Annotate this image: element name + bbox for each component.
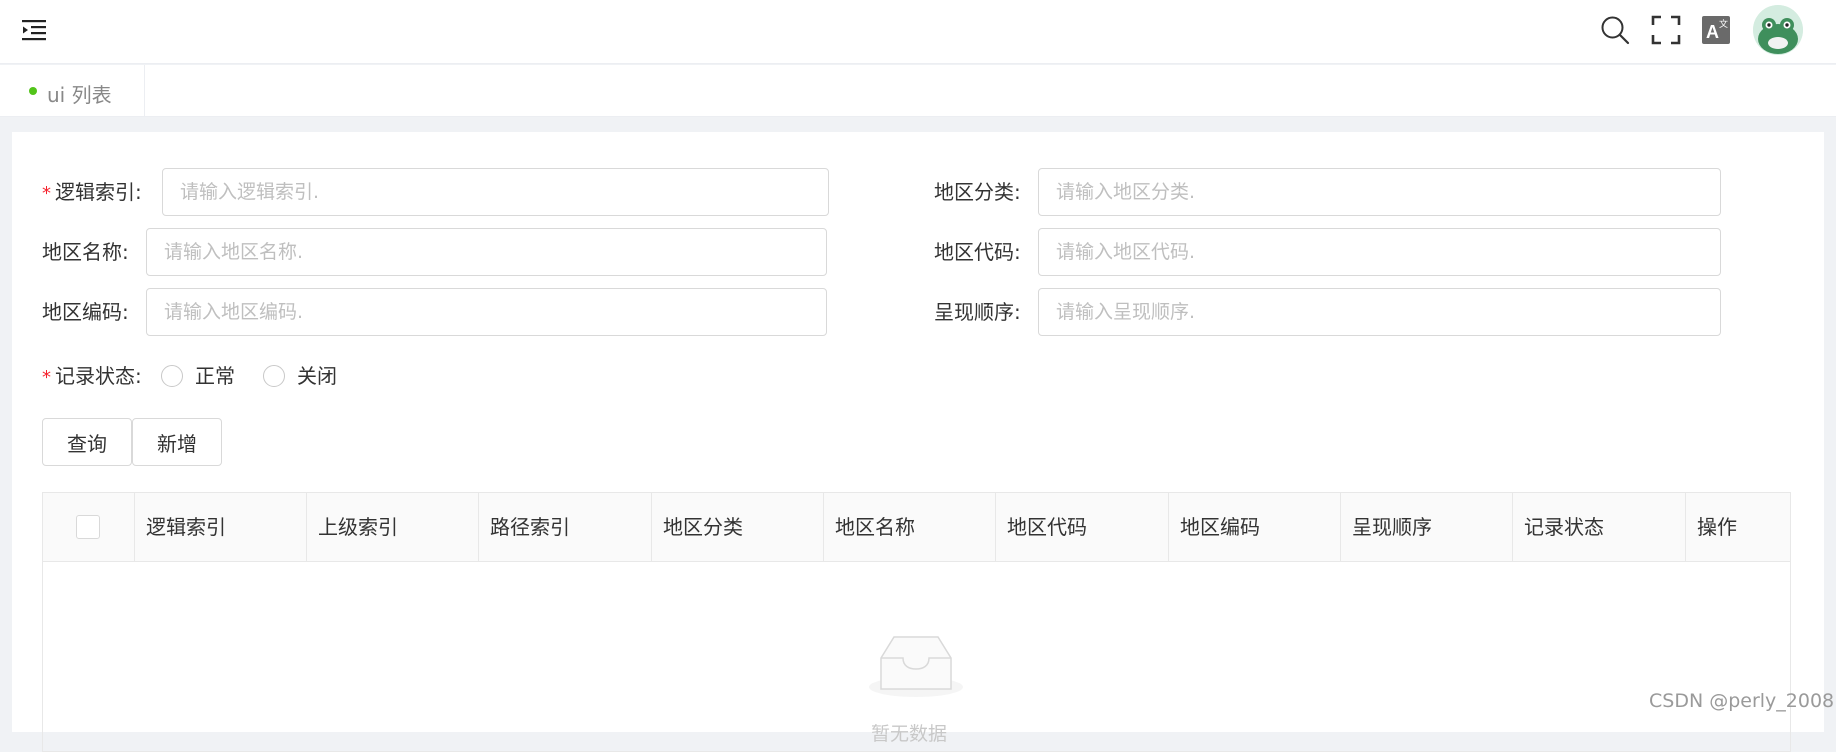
main-card: *逻辑索引: 地区分类: 地区名称: 地区代码: 地区编码: 呈现顺序: *记录… [12,132,1824,752]
empty-text: 暂无数据 [871,723,948,745]
add-button[interactable]: 新增 [132,418,222,466]
data-table: 逻辑索引 上级索引 路径索引 地区分类 地区名称 地区代码 地区编码 呈现顺序 … [42,492,1791,752]
column-header[interactable]: 地区分类 [651,493,823,561]
radio-closed-label: 关闭 [297,364,337,388]
required-mark: * [42,367,51,388]
column-header[interactable]: 地区代码 [995,493,1168,561]
column-header[interactable]: 逻辑索引 [134,493,306,561]
display-order-input[interactable] [1038,288,1721,336]
table-header: 逻辑索引 上级索引 路径索引 地区分类 地区名称 地区代码 地区编码 呈现顺序 … [43,493,1790,562]
column-header[interactable]: 地区编码 [1168,493,1340,561]
watermark: CSDN @perly_2008 [1649,690,1835,712]
column-header[interactable]: 呈现顺序 [1340,493,1512,561]
radio-circle[interactable] [161,365,183,387]
empty-box-icon [868,633,964,699]
display-order-label: 呈现顺序: [934,300,1021,324]
top-header: A 文 [0,0,1836,64]
select-all-cell [43,493,134,561]
select-all-checkbox[interactable] [76,515,100,539]
region-category-label: 地区分类: [934,180,1021,204]
column-header: 操作 [1685,493,1790,561]
radio-circle[interactable] [263,365,285,387]
tab-ui-list[interactable]: ui 列表 [0,65,145,117]
translate-icon[interactable]: A 文 [1700,14,1732,46]
column-header[interactable]: 上级索引 [306,493,478,561]
radio-normal-label: 正常 [195,364,235,388]
fullscreen-icon[interactable] [1650,14,1682,46]
query-button[interactable]: 查询 [42,418,132,466]
search-icon[interactable] [1599,14,1631,46]
avatar[interactable] [1753,5,1803,55]
tab-bar: ui 列表 [0,65,1836,117]
region-category-input[interactable] [1038,168,1721,216]
region-encoding-input[interactable] [146,288,827,336]
column-header[interactable]: 路径索引 [478,493,651,561]
region-code-input[interactable] [1038,228,1721,276]
required-mark: * [42,183,51,204]
region-name-label: 地区名称: [42,240,129,264]
column-header[interactable]: 地区名称 [823,493,995,561]
logical-index-label: * 逻辑索引: [42,180,142,204]
column-header[interactable]: 记录状态 [1512,493,1685,561]
record-status-label: * 记录状态: [42,364,142,388]
logical-index-input[interactable] [162,168,829,216]
region-encoding-label: 地区编码: [42,300,129,324]
region-name-input[interactable] [146,228,827,276]
menu-fold-icon[interactable] [22,17,48,43]
region-code-label: 地区代码: [934,240,1021,264]
active-tab-dot-icon [29,87,37,95]
tab-label: ui 列表 [47,83,112,107]
svg-text:文: 文 [1719,18,1728,29]
svg-text:A: A [1706,22,1719,42]
